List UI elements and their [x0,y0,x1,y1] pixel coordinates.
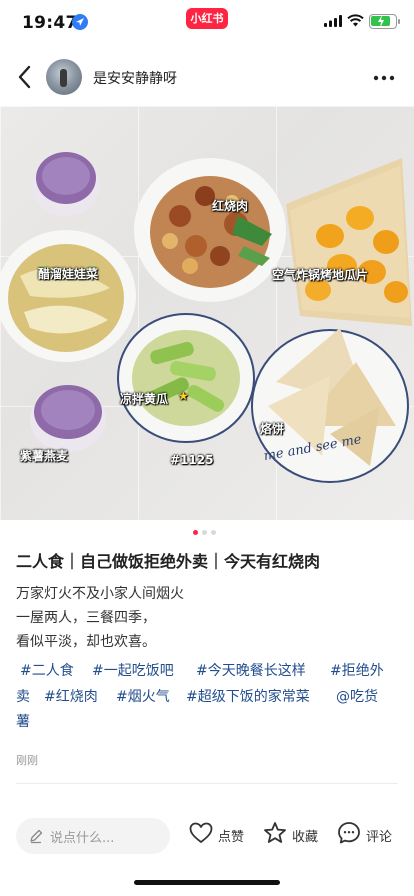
post-line-2: 一屋两人，三餐四季， [16,610,156,626]
carousel-dot [211,530,216,535]
charging-bolt-icon [378,15,384,28]
comment-label: 评论 [366,830,393,845]
like-button[interactable]: 点赞 [188,820,258,850]
tag-link[interactable]: #红烧肉 [44,686,98,706]
back-arrow-icon[interactable] [12,62,38,92]
collect-button[interactable]: 收藏 [262,820,334,850]
tag-link[interactable]: 卖 [16,686,30,706]
tag-link[interactable]: #超级下饭的家常菜 [186,686,310,706]
pen-icon [30,829,43,844]
post-photo[interactable]: me and see me 红烧肉 醋溜娃娃菜 空气炸锅烤地瓜片 凉拌黄瓜 ★ … [0,106,414,520]
home-indicator [134,880,280,885]
wifi-icon [347,14,364,27]
status-bar: 19:47 小红书 [0,0,414,46]
location-arrow-icon [72,14,88,30]
label-huanggua: 凉拌黄瓜 [120,392,169,406]
comment-button[interactable]: 评论 [336,820,406,850]
star-outline-icon [264,822,286,843]
label-digua: 空气炸锅烤地瓜片 [272,268,369,282]
more-icon[interactable] [370,66,398,90]
tag-link[interactable]: #拒绝外 [330,660,384,680]
label-baicai: 醋溜娃娃菜 [38,267,99,281]
nav-bar: 是安安静静呀 [0,50,414,106]
tag-link[interactable]: #今天晚餐长这样 [196,660,306,680]
app-badge: 小红书 [186,8,228,29]
comment-input[interactable]: 说点什么... [16,818,170,854]
carousel-dot-active [193,530,198,535]
status-time: 19:47 [22,13,78,33]
tag-link[interactable]: #烟火气 [116,686,170,706]
divider [16,783,398,784]
signal-icon [324,15,342,27]
post-line-3: 看似平淡，却也欢喜。 [16,634,156,650]
post-time: 刚刚 [16,754,38,767]
tag-link[interactable]: #二人食 [20,660,74,680]
collect-label: 收藏 [292,830,319,845]
star-icon: ★ [178,389,189,403]
heart-icon [189,822,213,843]
battery-cap [398,19,400,24]
tag-link[interactable]: #一起吃饭吧 [92,660,174,680]
label-laobing: 烙饼 [260,422,285,436]
author-name[interactable]: 是安安静静呀 [93,68,177,88]
post-line-1: 万家灯火不及小家人间烟火 [16,586,184,602]
mention-link[interactable]: 薯 [16,711,30,731]
comment-placeholder: 说点什么... [50,831,115,846]
mention-link[interactable]: @吃货 [336,686,378,706]
label-hongshaorou: 红烧肉 [212,199,249,213]
carousel-dots [193,530,223,536]
label-hashtag: #1125 [170,453,214,467]
author-avatar[interactable] [46,59,82,95]
label-yanmai: 紫薯燕麦 [20,449,69,463]
like-label: 点赞 [218,830,245,845]
carousel-dot [202,530,207,535]
post-title: 二人食｜自己做饭拒绝外卖｜今天有红烧肉 [16,552,321,571]
comment-bubble-icon [338,822,360,844]
